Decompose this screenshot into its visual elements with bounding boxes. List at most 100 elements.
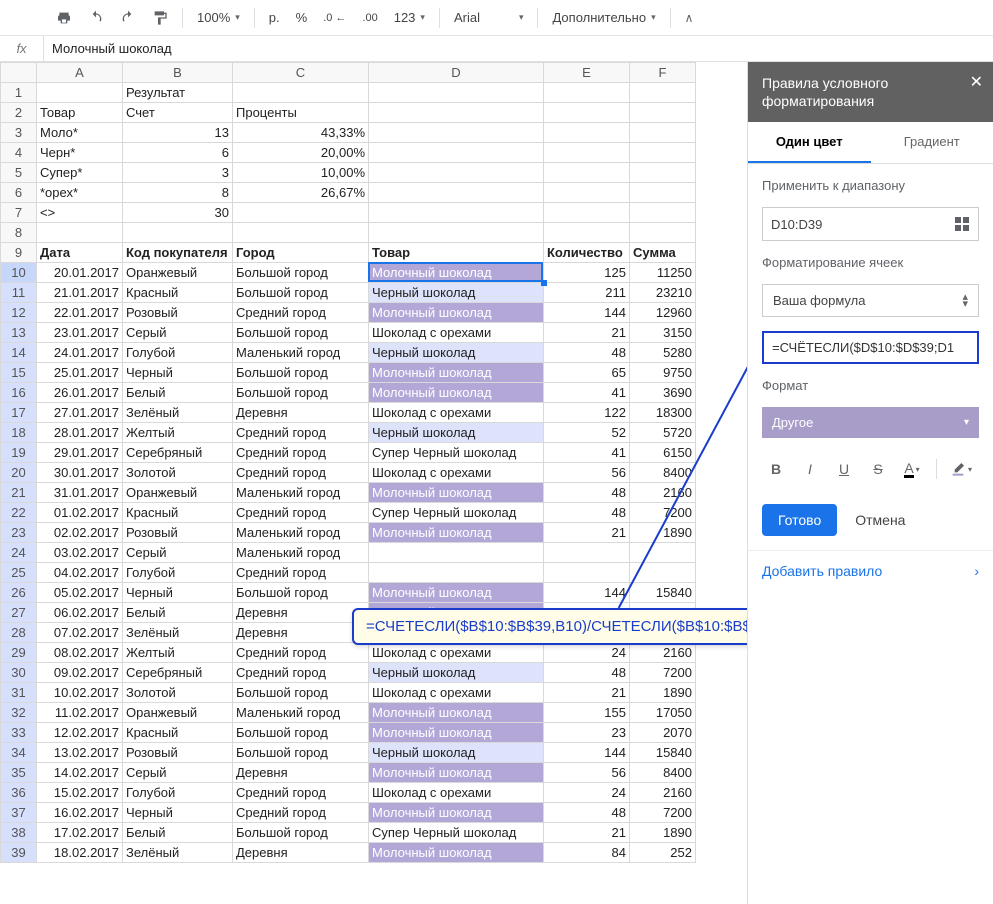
currency-button[interactable]: р. bbox=[263, 6, 286, 29]
cell[interactable]: Товар bbox=[37, 103, 123, 123]
cell[interactable]: 08.02.2017 bbox=[37, 643, 123, 663]
cell[interactable]: Молочный шоколад bbox=[369, 483, 544, 503]
cell[interactable]: Золотой bbox=[123, 463, 233, 483]
spreadsheet-grid[interactable]: ABCDEF1Результат2ТоварСчетПроценты3Моло*… bbox=[0, 62, 747, 904]
cell[interactable]: 27.01.2017 bbox=[37, 403, 123, 423]
cell[interactable]: Моло* bbox=[37, 123, 123, 143]
row-header-19[interactable]: 19 bbox=[1, 443, 37, 463]
cell[interactable]: 01.02.2017 bbox=[37, 503, 123, 523]
cell[interactable] bbox=[630, 183, 696, 203]
row-header-8[interactable]: 8 bbox=[1, 223, 37, 243]
print-icon[interactable] bbox=[50, 6, 78, 30]
row-header-35[interactable]: 35 bbox=[1, 763, 37, 783]
underline-button[interactable]: U bbox=[830, 456, 858, 482]
cell[interactable]: Серый bbox=[123, 323, 233, 343]
percent-button[interactable]: % bbox=[290, 6, 314, 29]
cell[interactable]: Черный bbox=[123, 803, 233, 823]
cell[interactable]: Шоколад с орехами bbox=[369, 403, 544, 423]
tab-single-color[interactable]: Один цвет bbox=[748, 122, 871, 163]
cell[interactable]: 5280 bbox=[630, 343, 696, 363]
done-button[interactable]: Готово bbox=[762, 504, 837, 536]
cell[interactable]: Большой город bbox=[233, 363, 369, 383]
cell[interactable]: 8400 bbox=[630, 463, 696, 483]
cell[interactable]: Шоколад с орехами bbox=[369, 683, 544, 703]
cell[interactable]: Большой город bbox=[233, 323, 369, 343]
cell[interactable]: Белый bbox=[123, 383, 233, 403]
cell[interactable]: 15840 bbox=[630, 583, 696, 603]
cell[interactable]: Маленький город bbox=[233, 543, 369, 563]
cell[interactable]: 26.01.2017 bbox=[37, 383, 123, 403]
number-format-button[interactable]: 123 bbox=[388, 6, 431, 29]
cell[interactable]: Шоколад с орехами bbox=[369, 783, 544, 803]
cell[interactable]: Черный шоколад bbox=[369, 343, 544, 363]
cell[interactable]: 15.02.2017 bbox=[37, 783, 123, 803]
row-header-13[interactable]: 13 bbox=[1, 323, 37, 343]
cell[interactable] bbox=[233, 83, 369, 103]
cell[interactable]: Розовый bbox=[123, 743, 233, 763]
cell[interactable]: 2070 bbox=[630, 723, 696, 743]
row-header-31[interactable]: 31 bbox=[1, 683, 37, 703]
cell[interactable]: 12960 bbox=[630, 303, 696, 323]
cell[interactable]: 06.02.2017 bbox=[37, 603, 123, 623]
strike-button[interactable]: S bbox=[864, 456, 892, 482]
cell[interactable] bbox=[233, 223, 369, 243]
cell[interactable]: 17.02.2017 bbox=[37, 823, 123, 843]
cell[interactable]: Красный bbox=[123, 283, 233, 303]
tab-gradient[interactable]: Градиент bbox=[871, 122, 993, 163]
cell[interactable]: 16.02.2017 bbox=[37, 803, 123, 823]
cell[interactable]: 48 bbox=[544, 503, 630, 523]
cell[interactable]: 3 bbox=[123, 163, 233, 183]
cell[interactable]: Супер Черный шоколад bbox=[369, 823, 544, 843]
cell[interactable]: 05.02.2017 bbox=[37, 583, 123, 603]
cell[interactable]: Большой город bbox=[233, 823, 369, 843]
cell[interactable]: 8 bbox=[123, 183, 233, 203]
cell[interactable]: 48 bbox=[544, 343, 630, 363]
cell[interactable]: Деревня bbox=[233, 623, 369, 643]
cell[interactable]: Зелёный bbox=[123, 843, 233, 863]
row-header-23[interactable]: 23 bbox=[1, 523, 37, 543]
cell[interactable]: Молочный шоколад bbox=[369, 303, 544, 323]
cell[interactable]: 144 bbox=[544, 583, 630, 603]
cancel-button[interactable]: Отмена bbox=[851, 504, 909, 536]
cell[interactable]: 8400 bbox=[630, 763, 696, 783]
row-header-22[interactable]: 22 bbox=[1, 503, 37, 523]
row-header-26[interactable]: 26 bbox=[1, 583, 37, 603]
row-header-12[interactable]: 12 bbox=[1, 303, 37, 323]
cell[interactable]: 56 bbox=[544, 463, 630, 483]
cell[interactable]: 6150 bbox=[630, 443, 696, 463]
cell[interactable]: 3150 bbox=[630, 323, 696, 343]
cell[interactable]: Молочный шоколад bbox=[369, 803, 544, 823]
cell[interactable]: Деревня bbox=[233, 763, 369, 783]
cell[interactable]: 10,00% bbox=[233, 163, 369, 183]
cell[interactable]: 21 bbox=[544, 823, 630, 843]
cell[interactable]: Оранжевый bbox=[123, 263, 233, 283]
cell[interactable]: 24 bbox=[544, 783, 630, 803]
cell[interactable]: Розовый bbox=[123, 303, 233, 323]
cell[interactable]: Средний город bbox=[233, 663, 369, 683]
cell[interactable] bbox=[369, 223, 544, 243]
cell[interactable]: 2160 bbox=[630, 643, 696, 663]
fill-color-button[interactable]: ▾ bbox=[947, 456, 975, 482]
cell[interactable]: 13.02.2017 bbox=[37, 743, 123, 763]
cell[interactable]: 41 bbox=[544, 383, 630, 403]
cell[interactable] bbox=[544, 123, 630, 143]
bold-button[interactable]: B bbox=[762, 456, 790, 482]
cell[interactable]: 30 bbox=[123, 203, 233, 223]
cell[interactable] bbox=[37, 83, 123, 103]
cell[interactable]: 11.02.2017 bbox=[37, 703, 123, 723]
col-header-B[interactable]: B bbox=[123, 63, 233, 83]
cell[interactable]: Супер* bbox=[37, 163, 123, 183]
cell[interactable]: Количество bbox=[544, 243, 630, 263]
cell[interactable]: 7200 bbox=[630, 503, 696, 523]
cell[interactable]: Маленький город bbox=[233, 483, 369, 503]
row-header-28[interactable]: 28 bbox=[1, 623, 37, 643]
cell[interactable]: Серый bbox=[123, 543, 233, 563]
cell[interactable] bbox=[369, 183, 544, 203]
cell[interactable]: Молочный шоколад bbox=[369, 583, 544, 603]
cell[interactable]: 04.02.2017 bbox=[37, 563, 123, 583]
cell[interactable]: Деревня bbox=[233, 603, 369, 623]
cell[interactable]: Молочный шоколад bbox=[369, 763, 544, 783]
row-header-3[interactable]: 3 bbox=[1, 123, 37, 143]
col-header-A[interactable]: A bbox=[37, 63, 123, 83]
cell[interactable]: Город bbox=[233, 243, 369, 263]
